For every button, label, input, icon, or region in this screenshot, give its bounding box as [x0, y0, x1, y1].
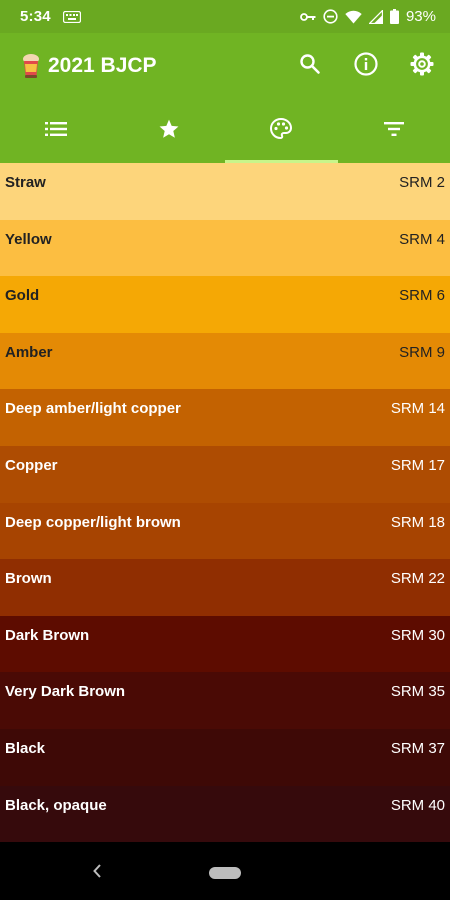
color-name: Deep amber/light copper: [5, 400, 181, 418]
filter-icon: [383, 121, 404, 141]
info-button[interactable]: [338, 38, 394, 94]
color-name: Dark Brown: [5, 626, 90, 644]
tab-filter[interactable]: [338, 99, 450, 163]
srm-color-row[interactable]: Very Dark Brown SRM 35: [0, 672, 450, 729]
home-button[interactable]: [209, 867, 241, 879]
srm-color-row[interactable]: Brown SRM 22: [0, 559, 450, 616]
color-name: Very Dark Brown: [5, 683, 126, 701]
srm-value: SRM 37: [390, 739, 445, 757]
tab-list[interactable]: [0, 99, 113, 163]
gear-icon: [409, 51, 435, 82]
list-icon: [45, 121, 68, 141]
srm-color-row[interactable]: Gold SRM 6: [0, 276, 450, 333]
srm-value: SRM 6: [399, 287, 445, 305]
srm-color-row[interactable]: Yellow SRM 4: [0, 219, 450, 277]
tab-favorites[interactable]: [113, 99, 226, 163]
palette-icon: [269, 117, 293, 146]
srm-color-row[interactable]: Deep copper/light brown SRM 18: [0, 502, 450, 560]
status-bar: 5:34 93%: [0, 0, 450, 33]
srm-value: SRM 2: [399, 174, 445, 191]
wifi-icon: [345, 10, 362, 24]
back-button[interactable]: [92, 863, 102, 884]
srm-color-row[interactable]: Dark Brown SRM 30: [0, 615, 450, 673]
srm-value: SRM 40: [390, 796, 445, 814]
srm-value: SRM 18: [390, 513, 445, 531]
srm-value: SRM 9: [399, 343, 445, 361]
srm-color-row[interactable]: Deep amber/light copper SRM 14: [0, 389, 450, 446]
srm-color-row[interactable]: Black SRM 37: [0, 728, 450, 786]
tab-bar: [0, 99, 450, 163]
battery-percent: 93%: [405, 8, 436, 25]
do-not-disturb-icon: [323, 9, 338, 24]
app-title: 2021 BJCP: [48, 54, 157, 77]
color-name: Yellow: [5, 230, 52, 248]
color-name: Brown: [5, 570, 52, 588]
cell-signal-icon: [368, 9, 383, 24]
color-name: Straw: [5, 174, 46, 191]
settings-button[interactable]: [394, 38, 450, 94]
srm-value: SRM 14: [390, 400, 445, 418]
beer-logo-icon: [20, 53, 42, 79]
system-nav-bar: [0, 846, 450, 900]
search-button[interactable]: [282, 38, 338, 94]
tab-colors[interactable]: [225, 99, 338, 163]
color-name: Deep copper/light brown: [5, 513, 181, 531]
color-name: Black: [5, 739, 46, 757]
srm-value: SRM 22: [390, 570, 445, 588]
battery-icon: [389, 9, 399, 24]
srm-value: SRM 35: [390, 683, 445, 701]
status-time: 5:34: [20, 8, 51, 25]
srm-value: SRM 30: [390, 626, 445, 644]
color-name: Amber: [5, 343, 53, 361]
srm-color-row[interactable]: Copper SRM 17: [0, 445, 450, 503]
srm-value: SRM 17: [390, 456, 445, 474]
star-icon: [158, 118, 180, 145]
srm-color-row[interactable]: Straw SRM 2: [0, 163, 450, 220]
srm-color-row[interactable]: Amber SRM 9: [0, 332, 450, 390]
srm-value: SRM 4: [399, 230, 445, 248]
vpn-key-icon: [300, 12, 316, 22]
color-name: Copper: [5, 456, 58, 474]
color-name: Black, opaque: [5, 796, 107, 814]
app-bar: 2021 BJCP: [0, 33, 450, 99]
color-name: Gold: [5, 287, 40, 305]
info-icon: [353, 51, 379, 82]
chevron-left-icon: [92, 864, 102, 883]
srm-color-list: Straw SRM 2 Yellow SRM 4 Gold SRM 6 Amber SRM 9…: [0, 163, 450, 846]
search-icon: [298, 52, 322, 81]
keyboard-icon: [62, 10, 81, 23]
srm-color-row[interactable]: Black, opaque SRM 40: [0, 785, 450, 843]
